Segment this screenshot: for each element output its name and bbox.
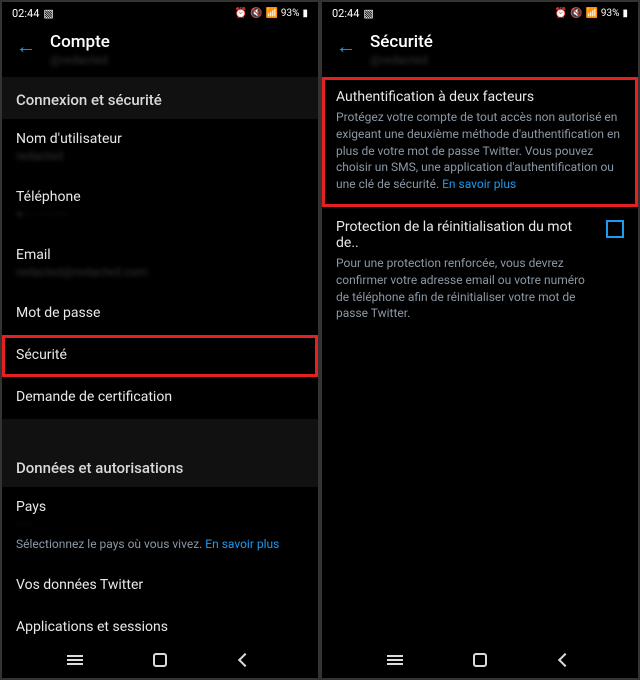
content: Connexion et sécurité Nom d'utilisateur … — [2, 77, 318, 642]
section-data-permissions: Données et autorisations — [2, 445, 318, 487]
battery-icon: ▮ — [622, 8, 628, 19]
section-connection-security: Connexion et sécurité — [2, 77, 318, 119]
page-title: Sécurité — [370, 32, 433, 52]
setting-email[interactable]: Email redacted@redacted.com — [2, 235, 318, 293]
gallery-icon: ▧ — [363, 7, 373, 20]
nav-back[interactable] — [550, 648, 580, 672]
page-subtitle: @redacted — [370, 53, 433, 67]
header: ← Sécurité @redacted — [322, 24, 638, 77]
learn-more-link[interactable]: En savoir plus — [442, 177, 516, 191]
divider — [2, 419, 318, 445]
country-hint: Sélectionnez le pays où vous vivez. En s… — [16, 537, 304, 551]
password-reset-checkbox[interactable] — [606, 220, 624, 238]
setting-phone[interactable]: Téléphone +·· · ·· ·· ···· — [2, 177, 318, 235]
status-bar: 02:44 ▧ ⏰ 🔇 📶 93% ▮ — [322, 2, 638, 24]
setting-security[interactable]: Sécurité — [2, 335, 318, 377]
content: Authentification à deux facteurs Protége… — [322, 77, 638, 642]
nav-recents[interactable] — [380, 648, 410, 672]
alarm-icon: ⏰ — [235, 8, 247, 19]
mute-icon: 🔇 — [570, 8, 582, 19]
battery-icon: ▮ — [302, 8, 308, 19]
nav-home[interactable] — [145, 648, 175, 672]
phone-left: 02:44 ▧ ⏰ 🔇 📶 93% ▮ ← Compte @redacted C… — [2, 2, 318, 678]
setting-apps-sessions[interactable]: Applications et sessions — [2, 607, 318, 642]
status-bar: 02:44 ▧ ⏰ 🔇 📶 93% ▮ — [2, 2, 318, 24]
page-subtitle: @redacted — [50, 53, 110, 67]
phone-right: 02:44 ▧ ⏰ 🔇 📶 93% ▮ ← Sécurité @redacted… — [322, 2, 638, 678]
mute-icon: 🔇 — [250, 8, 262, 19]
gallery-icon: ▧ — [43, 7, 53, 20]
nav-home[interactable] — [465, 648, 495, 672]
setting-password-reset-protect[interactable]: Protection de la réinitialisation du mot… — [322, 207, 638, 336]
alarm-icon: ⏰ — [555, 8, 567, 19]
battery-text: 93% — [601, 8, 620, 19]
nav-bar — [2, 642, 318, 678]
two-factor-desc: Protégez votre compte de tout accès non … — [336, 109, 624, 193]
back-button[interactable]: ← — [336, 34, 356, 59]
status-time: 02:44 — [332, 7, 359, 20]
setting-password[interactable]: Mot de passe — [2, 293, 318, 335]
battery-text: 93% — [281, 8, 300, 19]
setting-country[interactable]: Pays ····· Sélectionnez le pays où vous … — [2, 487, 318, 565]
header: ← Compte @redacted — [2, 24, 318, 77]
status-time: 02:44 — [12, 7, 39, 20]
nav-bar — [322, 642, 638, 678]
setting-your-data[interactable]: Vos données Twitter — [2, 565, 318, 607]
back-button[interactable]: ← — [16, 34, 36, 59]
nav-back[interactable] — [230, 648, 260, 672]
nav-recents[interactable] — [60, 648, 90, 672]
page-title: Compte — [50, 32, 110, 52]
setting-two-factor[interactable]: Authentification à deux facteurs Protége… — [322, 77, 638, 207]
wifi-icon: 📶 — [585, 8, 597, 19]
wifi-icon: 📶 — [265, 8, 277, 19]
setting-username[interactable]: Nom d'utilisateur redacted — [2, 119, 318, 177]
learn-more-link[interactable]: En savoir plus — [205, 537, 279, 551]
setting-verification[interactable]: Demande de certification — [2, 377, 318, 419]
